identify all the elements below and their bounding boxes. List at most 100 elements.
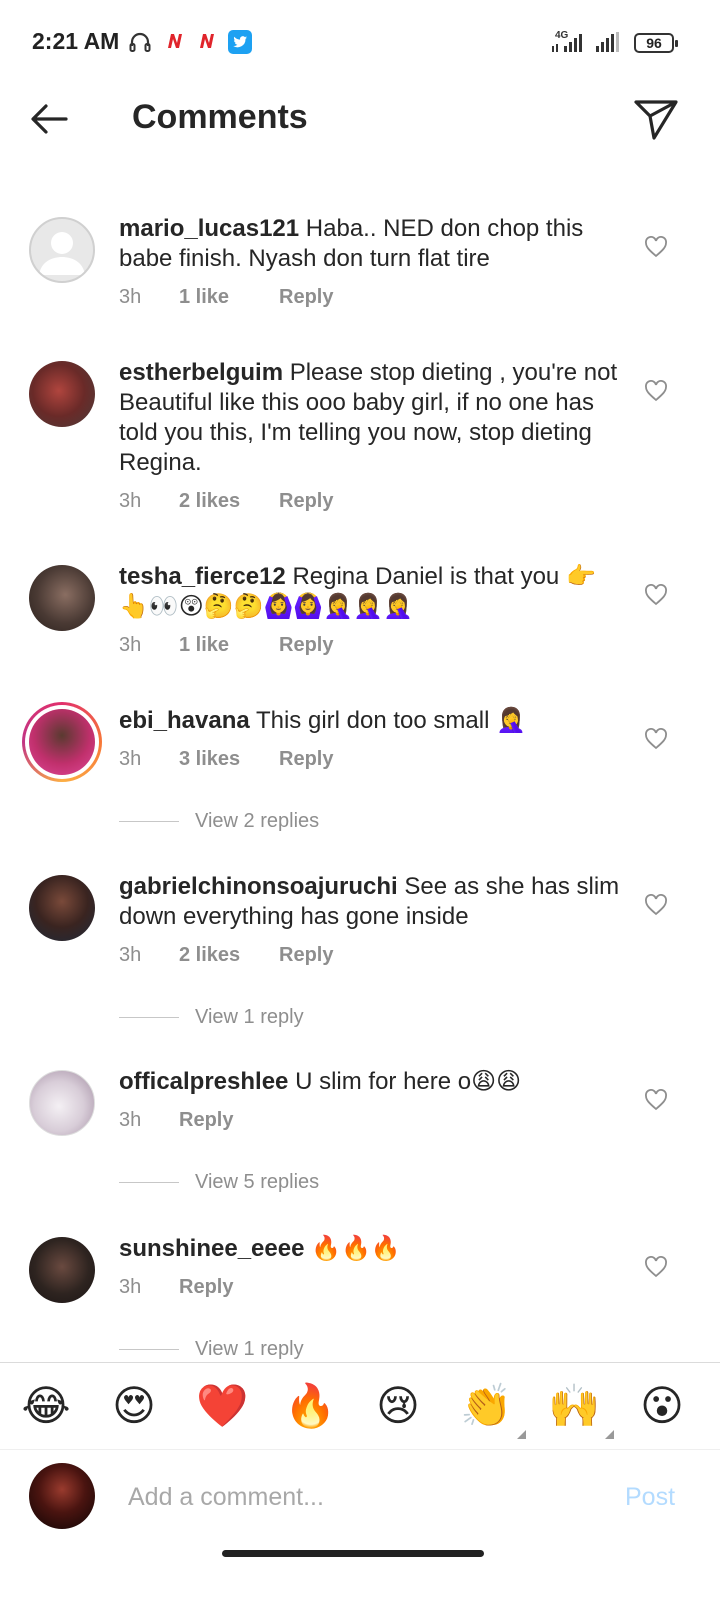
heart-icon[interactable] — [644, 1089, 668, 1111]
home-indicator[interactable] — [222, 1550, 484, 1557]
signal-strength-icon — [552, 34, 582, 52]
comment-likes[interactable]: 1 like — [179, 634, 279, 657]
comment-content: 🔥🔥🔥 — [304, 1235, 401, 1262]
comment-text: mario_lucas121 Haba.. NED don chop this … — [119, 214, 619, 274]
comment-time: 3h — [119, 944, 142, 966]
emoji-reaction-bar: 😂 😍 ❤️ 🔥 😢 👏 🙌 😮 — [0, 1362, 720, 1450]
comment-time: 3h — [119, 748, 142, 770]
comment-meta: 3h Reply — [119, 1109, 233, 1132]
view-replies-link[interactable]: View 5 replies — [119, 1171, 319, 1194]
comment-text: ebi_havana This girl don too small 🤦‍♀️ — [119, 706, 619, 736]
default-avatar-icon — [39, 232, 85, 275]
comment-username[interactable]: mario_lucas121 — [119, 215, 299, 242]
avatar[interactable] — [29, 1237, 95, 1303]
replies-divider — [119, 821, 179, 823]
back-arrow-icon[interactable] — [26, 94, 76, 144]
send-direct-icon[interactable] — [632, 94, 682, 144]
view-replies-label: View 2 replies — [195, 810, 320, 832]
comment-meta: 3h Reply — [119, 1276, 233, 1299]
reply-button[interactable]: Reply — [179, 1276, 233, 1299]
news-app-icon — [168, 34, 182, 48]
comment-username[interactable]: gabrielchinonsoajuruchi — [119, 873, 398, 900]
comment-input-bar: Post — [0, 1451, 720, 1551]
comment-username[interactable]: tesha_fierce12 — [119, 563, 286, 590]
comment-time: 3h — [119, 1276, 142, 1298]
heart-icon[interactable] — [644, 894, 668, 916]
comment-meta: 3h 2 likes Reply — [119, 490, 333, 513]
view-replies-link[interactable]: View 2 replies — [119, 810, 319, 833]
avatar[interactable] — [29, 361, 95, 427]
view-replies-link[interactable]: View 1 reply — [119, 1338, 304, 1361]
comment-meta: 3h 2 likes Reply — [119, 944, 333, 967]
comment-likes[interactable]: 1 like — [179, 286, 279, 309]
comment-username[interactable]: ebi_havana — [119, 707, 250, 734]
twitter-icon — [228, 30, 252, 54]
comment-likes[interactable]: 2 likes — [179, 490, 279, 513]
emoji-tears-of-joy[interactable]: 😂 — [20, 1381, 72, 1431]
comment-text: gabrielchinonsoajuruchi See as she has s… — [119, 872, 629, 932]
comment-content: U slim for here o😩😩 — [288, 1068, 522, 1095]
replies-divider — [119, 1349, 179, 1351]
reply-button[interactable]: Reply — [279, 286, 333, 309]
emoji-raised-hands[interactable]: 🙌 — [548, 1381, 614, 1439]
comment-text: tesha_fierce12 Regina Daniel is that you… — [119, 562, 619, 622]
reply-button[interactable]: Reply — [179, 1109, 233, 1132]
comment-time: 3h — [119, 634, 142, 656]
emoji-crying[interactable]: 😢 — [372, 1381, 424, 1431]
status-bar: 2:21 AM 4G 96 — [0, 0, 720, 84]
comment-input[interactable] — [128, 1479, 588, 1515]
comment-meta: 3h 1 like Reply — [119, 634, 333, 657]
avatar-story-ring[interactable] — [22, 702, 102, 782]
view-replies-link[interactable]: View 1 reply — [119, 1006, 304, 1029]
reply-button[interactable]: Reply — [279, 634, 333, 657]
comment-likes[interactable]: 3 likes — [179, 748, 279, 771]
replies-divider — [119, 1182, 179, 1184]
comment-time: 3h — [119, 1109, 142, 1131]
replies-divider — [119, 1017, 179, 1019]
avatar[interactable] — [29, 1070, 95, 1136]
emoji-surprised[interactable]: 😮 — [636, 1381, 688, 1431]
comment-username[interactable]: estherbelguim — [119, 359, 283, 386]
skin-tone-indicator — [517, 1430, 526, 1439]
comment-likes[interactable]: 2 likes — [179, 944, 279, 967]
avatar[interactable] — [29, 217, 95, 283]
reply-button[interactable]: Reply — [279, 490, 333, 513]
comment-text: estherbelguim Please stop dieting , you'… — [119, 358, 619, 478]
signal-strength-icon-2 — [596, 32, 619, 52]
heart-icon[interactable] — [644, 236, 668, 258]
emoji-clapping[interactable]: 👏 — [460, 1381, 526, 1439]
avatar — [29, 709, 95, 775]
heart-icon[interactable] — [644, 1256, 668, 1278]
reply-button[interactable]: Reply — [279, 748, 333, 771]
comment-time: 3h — [119, 490, 142, 512]
comment-username[interactable]: sunshinee_eeee — [119, 1235, 304, 1262]
skin-tone-indicator — [605, 1430, 614, 1439]
news-app-icon-2 — [200, 34, 214, 48]
header: Comments — [0, 84, 720, 154]
emoji-red-heart[interactable]: ❤️ — [196, 1381, 248, 1431]
comment-username[interactable]: officalpreshlee — [119, 1068, 288, 1095]
heart-icon[interactable] — [644, 380, 668, 402]
current-user-avatar — [29, 1463, 95, 1529]
comment-content: This girl don too small 🤦‍♀️ — [249, 707, 526, 734]
comment-text: sunshinee_eeee 🔥🔥🔥 — [119, 1234, 619, 1264]
heart-icon[interactable] — [644, 584, 668, 606]
emoji-clapping-glyph: 👏 — [460, 1381, 513, 1430]
emoji-raised-hands-glyph: 🙌 — [548, 1381, 601, 1430]
page-title: Comments — [132, 98, 308, 136]
avatar[interactable] — [29, 875, 95, 941]
post-button[interactable]: Post — [625, 1483, 675, 1512]
view-replies-label: View 1 reply — [195, 1338, 304, 1360]
status-time: 2:21 AM — [32, 28, 120, 54]
emoji-fire[interactable]: 🔥 — [284, 1381, 336, 1431]
comment-text: officalpreshlee U slim for here o😩😩 — [119, 1067, 619, 1097]
view-replies-label: View 5 replies — [195, 1171, 320, 1193]
emoji-heart-eyes[interactable]: 😍 — [108, 1381, 160, 1431]
comment-meta: 3h 3 likes Reply — [119, 748, 333, 771]
avatar[interactable] — [29, 565, 95, 631]
comment-meta: 3h 1 like Reply — [119, 286, 333, 309]
reply-button[interactable]: Reply — [279, 944, 333, 967]
headphones-icon — [129, 32, 151, 52]
view-replies-label: View 1 reply — [195, 1006, 304, 1028]
heart-icon[interactable] — [644, 728, 668, 750]
